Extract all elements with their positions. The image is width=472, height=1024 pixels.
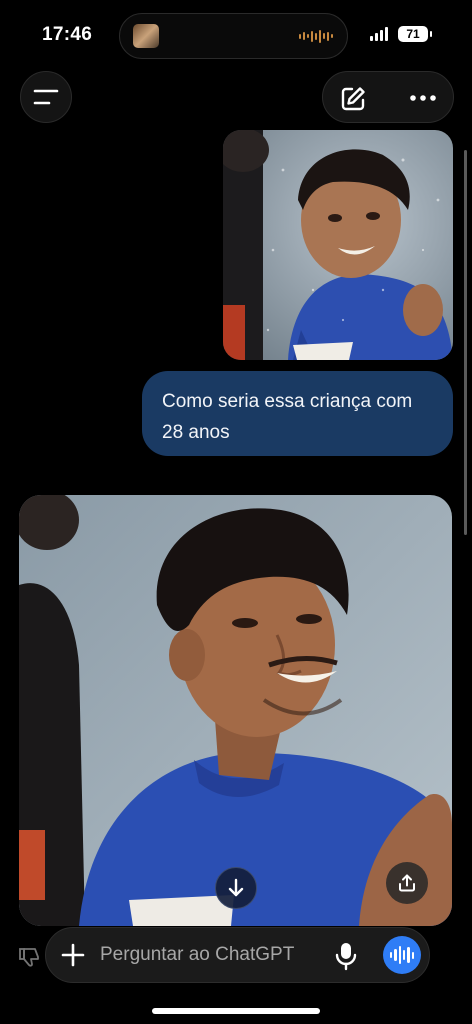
battery-icon: 71 [398,26,432,42]
share-upload-icon [399,874,415,892]
plus-icon[interactable] [60,942,86,968]
microphone-icon[interactable] [334,941,358,971]
menu-button[interactable] [20,71,72,123]
message-composer [45,927,430,983]
audio-waveform-icon [299,29,333,43]
now-playing-thumbnail [133,24,159,48]
arrow-down-icon [228,878,244,897]
share-button[interactable] [386,862,428,904]
scroll-down-button[interactable] [215,867,257,909]
hamburger-menu-icon [33,89,59,105]
home-indicator[interactable] [152,1008,320,1014]
scrollbar[interactable] [464,150,467,535]
photo-adult [19,495,452,926]
prompt-input[interactable] [100,928,320,982]
status-time: 17:46 [42,24,93,45]
photo-child [223,130,453,360]
dynamic-island[interactable] [119,13,348,59]
thumbs-down-icon[interactable] [18,945,42,969]
user-uploaded-photo[interactable] [223,130,453,360]
user-message-bubble: Como seria essa criança com 28 anos [142,371,453,456]
edit-pencil-icon[interactable] [339,85,367,113]
cellular-signal-icon [370,27,388,41]
voice-mode-button[interactable] [383,936,421,974]
top-actions-pill [322,71,454,123]
assistant-generated-image[interactable] [19,495,452,926]
battery-level: 71 [406,27,420,41]
more-dots-icon[interactable] [409,89,437,107]
